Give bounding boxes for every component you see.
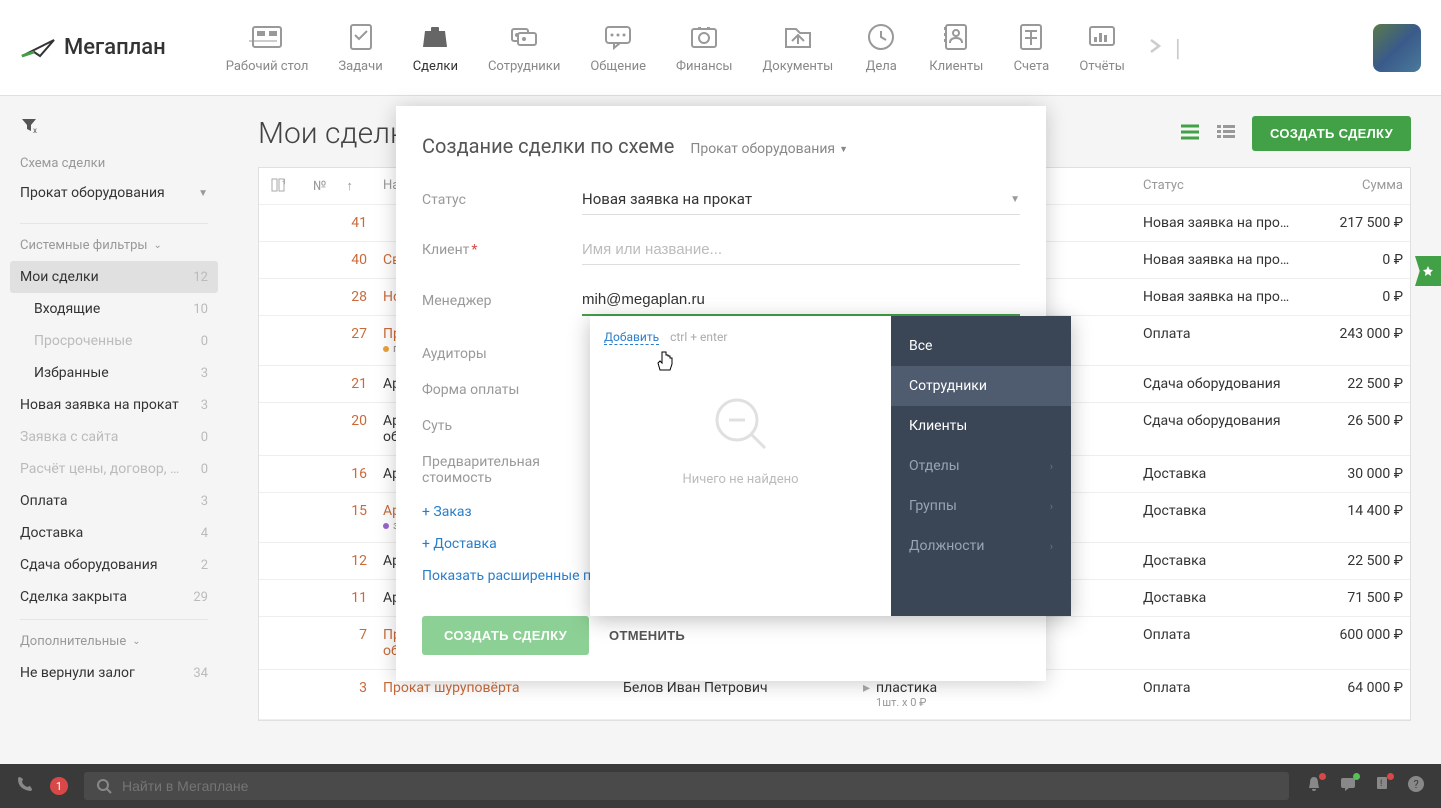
global-search[interactable] — [84, 772, 1289, 800]
nav-icon — [1013, 21, 1049, 51]
nav-icon — [417, 21, 453, 51]
precost-label: Предварительная стоимость — [422, 444, 582, 496]
svg-text:!: ! — [1380, 779, 1382, 789]
nav-item[interactable]: Документы — [763, 21, 834, 74]
nav-separator: | — [1175, 34, 1181, 62]
svg-text:?: ? — [1414, 778, 1419, 791]
show-extended-link[interactable]: Показать расширенные пол — [422, 560, 607, 592]
add-order-link[interactable]: + Заказ — [422, 496, 472, 528]
bottom-bar: 1 ! ? — [0, 764, 1441, 808]
search-icon — [96, 778, 112, 794]
nav-icon — [343, 21, 379, 51]
plane-icon — [20, 36, 56, 60]
search-empty-icon — [711, 394, 771, 458]
chevron-right-icon: › — [1050, 460, 1053, 473]
global-search-input[interactable] — [122, 778, 1277, 794]
top-nav: Мегаплан Рабочий стол Задачи Сделки Сотрудн… — [0, 0, 1441, 96]
flag-icon[interactable]: ! — [1373, 775, 1391, 797]
submit-button[interactable]: СОЗДАТЬ СДЕЛКУ — [422, 616, 589, 655]
chat-icon[interactable] — [1339, 775, 1357, 797]
manager-dropdown: Добавить ctrl + enter Ничего не найдено … — [590, 316, 1071, 616]
nav-icon — [863, 21, 899, 51]
nav-item[interactable]: Клиенты — [929, 21, 983, 74]
nav-item[interactable]: Финансы — [676, 21, 733, 74]
status-label: Статус — [422, 192, 582, 208]
chevron-right-icon: › — [1050, 500, 1053, 513]
brand-text: Мегаплан — [64, 35, 166, 60]
logo[interactable]: Мегаплан — [20, 35, 166, 60]
phone-badge: 1 — [50, 777, 68, 795]
nav-icon — [1084, 21, 1120, 51]
modal-scheme-select[interactable]: Прокат оборудования ▼ — [690, 141, 848, 157]
modal-title: Создание сделки по схеме — [422, 134, 674, 158]
chevron-right-icon: › — [1050, 540, 1053, 553]
nav-icon — [600, 21, 636, 51]
chevron-down-icon: ▼ — [1010, 194, 1020, 205]
client-input[interactable] — [582, 235, 1020, 265]
bell-icon[interactable] — [1305, 775, 1323, 797]
client-label: Клиент — [422, 242, 582, 258]
nav-item[interactable]: Общение — [590, 21, 646, 74]
nav-item[interactable]: Счета — [1013, 21, 1049, 74]
dropdown-category[interactable]: Клиенты — [891, 406, 1071, 446]
dropdown-category[interactable]: Группы› — [891, 486, 1071, 526]
help-icon[interactable]: ? — [1407, 775, 1425, 797]
nav-item[interactable]: Рабочий стол — [226, 21, 309, 74]
dropdown-category[interactable]: Должности› — [891, 526, 1071, 566]
phone-icon[interactable] — [16, 775, 34, 797]
dropdown-category[interactable]: Сотрудники — [891, 366, 1071, 406]
nav-item[interactable]: Сотрудники — [488, 21, 560, 74]
chevron-down-icon: ▼ — [839, 144, 848, 155]
add-delivery-link[interactable]: + Доставка — [422, 528, 497, 560]
nav-icon — [938, 21, 974, 51]
user-avatar[interactable] — [1373, 24, 1421, 72]
manager-input[interactable] — [582, 285, 1020, 316]
dropdown-category[interactable]: Отделы› — [891, 446, 1071, 486]
nav-item[interactable]: Задачи — [338, 21, 382, 74]
nav-item[interactable]: Сделки — [413, 21, 458, 74]
nav-icon — [506, 21, 542, 51]
nav-icon — [686, 21, 722, 51]
dropdown-add-link[interactable]: Добавить — [604, 330, 659, 345]
dropdown-empty-text: Ничего не найдено — [682, 472, 798, 487]
status-select[interactable]: Новая заявка на прокат ▼ — [582, 184, 1020, 215]
nav-item[interactable]: Отчёты — [1079, 21, 1124, 74]
nav-more[interactable] — [1145, 34, 1165, 62]
dropdown-hint: ctrl + enter — [670, 330, 727, 344]
nav-item[interactable]: Дела — [863, 21, 899, 74]
dropdown-category[interactable]: Все — [891, 326, 1071, 366]
cancel-button[interactable]: ОТМЕНИТЬ — [609, 628, 685, 643]
manager-label: Менеджер — [422, 293, 582, 309]
nav-icon — [249, 21, 285, 51]
nav-icon — [780, 21, 816, 51]
